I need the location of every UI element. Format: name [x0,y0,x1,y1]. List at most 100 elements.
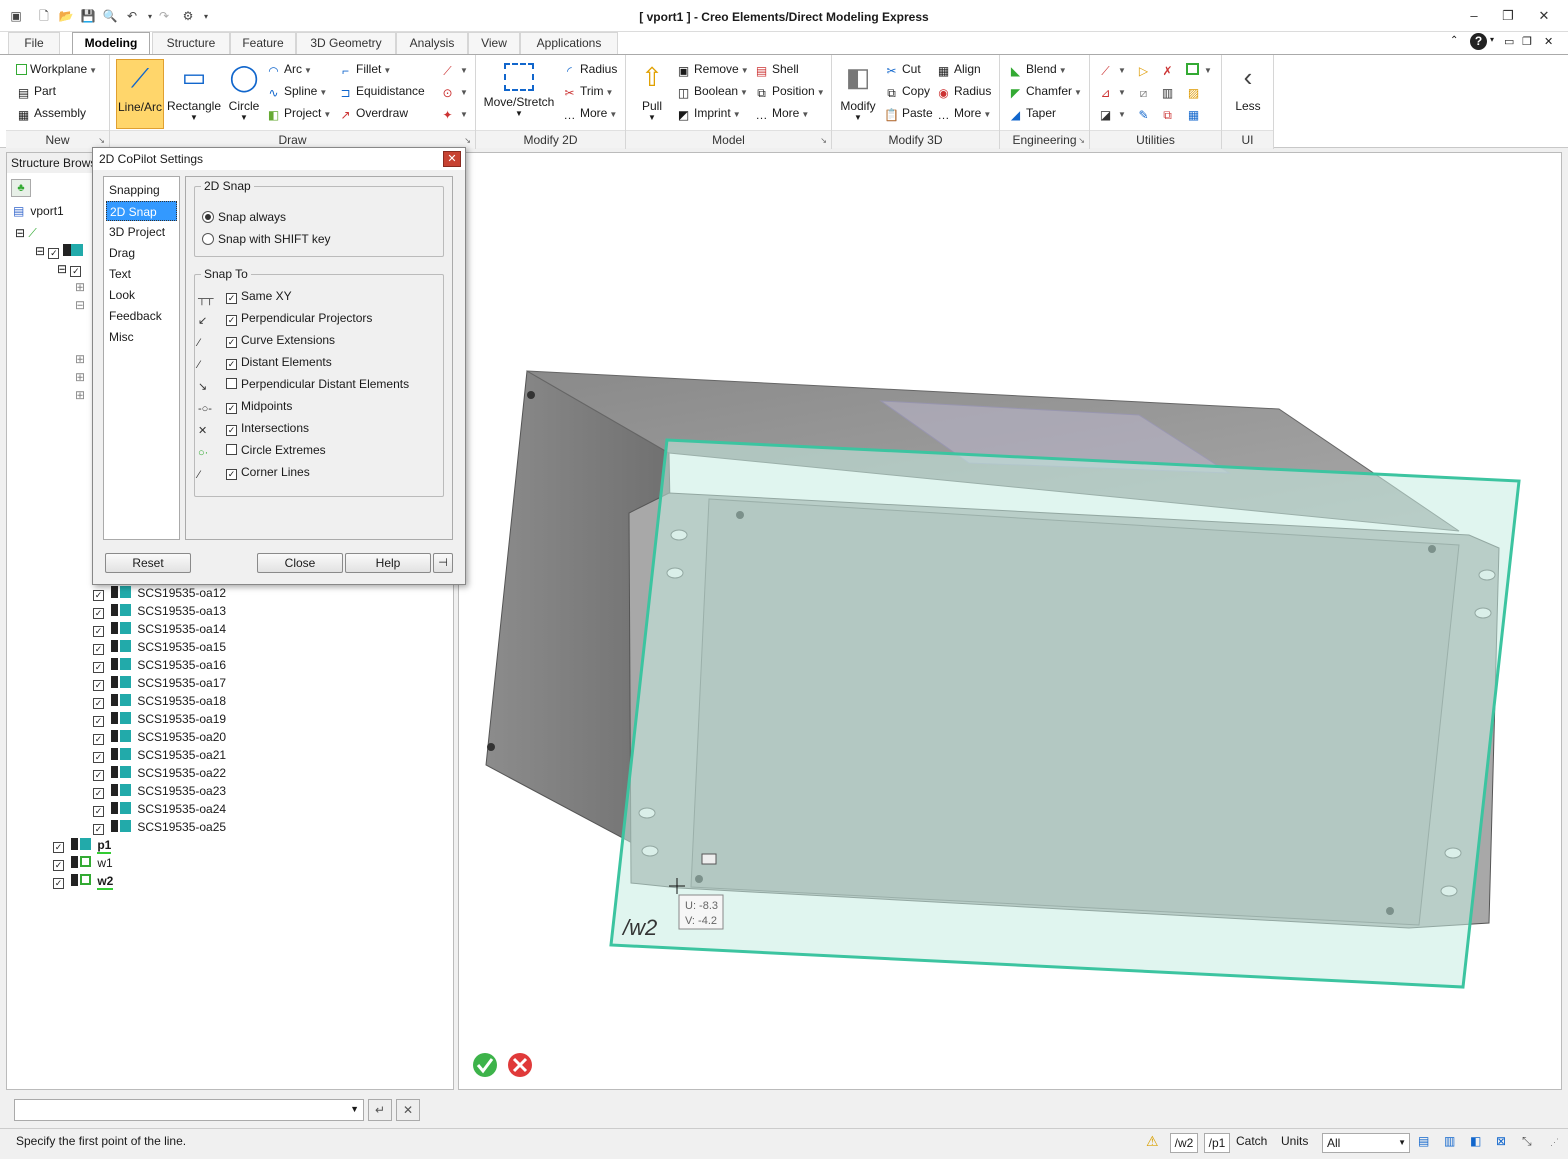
help-dropdown-icon[interactable]: ▾ [1490,35,1494,44]
workplane-w2[interactable] [609,438,1521,989]
warning-icon[interactable]: ⚠ [1146,1133,1159,1150]
nav-item-feedback[interactable]: Feedback [106,306,177,326]
command-input[interactable]: ▼ [14,1099,364,1121]
tree-item[interactable]: ✓ SCS19535-oa21 [93,747,226,763]
rectangle-button[interactable]: ▭ Rectangle ▼ [166,59,222,129]
3d-viewport[interactable]: /w2 U: -8.3 V: -4.2 [458,152,1562,1090]
pin-button[interactable]: ⊣ [433,553,453,573]
snap-to-option[interactable]: ⁄ ✓ Curve Extensions [198,332,335,350]
restore-doc-icon[interactable]: ❐ [1522,35,1532,48]
visibility-checkbox[interactable]: ✓ [93,590,104,601]
tree-item[interactable]: ✓ SCS19535-oa17 [93,675,226,691]
move-stretch-button[interactable]: Move/Stretch ▼ [480,59,558,129]
nav-item-misc[interactable]: Misc [106,327,177,347]
snap-to-option[interactable]: ┬┬ ✓ Same XY [198,288,292,306]
visibility-checkbox[interactable]: ✓ [93,662,104,673]
tree-expander[interactable]: ⊟ ⟋ [15,225,37,241]
tree-item[interactable]: ✓ SCS19535-oa12 [93,585,226,601]
tree-expander[interactable]: ⊟ ✓ [35,243,83,259]
snap-to-option[interactable]: ⁄ ✓ Distant Elements [198,354,332,372]
snap-to-option[interactable]: -○- ✓ Midpoints [198,398,292,416]
less-button[interactable]: ‹ Less [1226,59,1270,129]
position-button[interactable]: ⧉ Position ▼ [754,83,824,101]
part-indicator[interactable]: /p1 [1204,1133,1230,1153]
assembly-button[interactable]: ▦ Assembly [16,105,86,122]
snap-to-option[interactable]: ⁄ ✓ Corner Lines [198,464,310,482]
tree-expander[interactable]: ⊟ [75,297,85,313]
layout-icon[interactable]: ▥ [1444,1134,1455,1148]
nav-item-drag[interactable]: Drag [106,243,177,263]
dialog-close-button[interactable]: ✕ [443,151,461,167]
tree-item[interactable]: ✓ SCS19535-oa24 [93,801,226,817]
close-window-button[interactable]: ✕ [1530,7,1558,25]
close-button[interactable]: Close [257,553,343,573]
construction-line-button[interactable]: ⟋ ▼ [440,61,468,79]
selection-filter[interactable]: All ▼ [1322,1133,1410,1153]
tree-item[interactable]: ✓ SCS19535-oa14 [93,621,226,637]
visibility-checkbox[interactable]: ✓ [93,824,104,835]
dimension-button[interactable]: ⊿ ▼ [1098,83,1125,101]
visibility-checkbox[interactable]: ✓ [93,644,104,655]
equidistance-button[interactable]: ⊐ Equidistance [338,83,424,100]
modify-button[interactable]: ◧ Modify ▼ [836,59,880,129]
tree-item-w1[interactable]: ✓ w1 [53,855,113,871]
visibility-checkbox[interactable]: ✓ [93,716,104,727]
spline-button[interactable]: ∿ Spline ▼ [266,83,327,101]
tree-view-icon[interactable]: ♣ [11,179,31,197]
tab-structure[interactable]: Structure [152,32,230,54]
select-box-button[interactable]: ▼ [1186,61,1212,79]
nav-item-text[interactable]: Text [106,264,177,284]
tree-item[interactable]: ✓ SCS19535-oa16 [93,657,226,673]
tree-item[interactable]: ✓ SCS19535-oa19 [93,711,226,727]
model-view[interactable]: /w2 U: -8.3 V: -4.2 [459,153,1563,1091]
visibility-checkbox[interactable]: ✓ [93,806,104,817]
chevron-down-icon[interactable]: ▼ [350,1104,359,1114]
blend-button[interactable]: ◣ Blend ▼ [1008,61,1067,79]
section-button[interactable]: ◪ ▼ [1098,105,1126,123]
resize-grip-icon[interactable]: ⋰ [1550,1137,1559,1148]
tree-item[interactable]: ✓ SCS19535-oa22 [93,765,226,781]
snap-to-option[interactable]: ✕ ✓ Intersections [198,420,309,438]
boolean-button[interactable]: ◫ Boolean ▼ [676,83,748,101]
tree-expander[interactable]: ⊟ ✓ [57,261,82,277]
nav-item-look[interactable]: Look [106,285,177,305]
circle-button[interactable]: ◯ Circle ▼ [224,59,264,129]
snap-mode-option[interactable]: Snap always [202,209,286,225]
more-3d-button[interactable]: … More ▼ [936,105,992,123]
visibility-checkbox[interactable]: ✓ [53,878,64,889]
table-button[interactable]: ▦ [1186,105,1204,122]
cut-button[interactable]: ✂ Cut [884,61,920,78]
taper-button[interactable]: ◢ Taper [1008,105,1056,122]
ok-button[interactable] [473,1053,497,1077]
checkbox[interactable]: ✓ [226,469,237,480]
imprint-button[interactable]: ◩ Imprint ▼ [676,105,741,123]
checkbox[interactable]: ✓ [226,359,237,370]
cancel-button[interactable] [508,1053,532,1077]
checkbox[interactable]: ✓ [226,315,237,326]
workplane-indicator[interactable]: /w2 [1170,1133,1198,1153]
radio-button[interactable] [202,211,214,223]
colors-button[interactable]: ▨ [1186,83,1204,100]
nav-item-2d-snap[interactable]: 2D Snap [106,201,177,221]
minimize-doc-icon[interactable]: ▭ [1504,35,1514,48]
tree-item[interactable]: ✓ SCS19535-oa18 [93,693,226,709]
check-button[interactable]: ✗ [1160,61,1178,78]
construction-circle-button[interactable]: ⊙ ▼ [440,83,467,101]
units-button[interactable]: Units [1281,1134,1308,1148]
project-button[interactable]: ◧ Project ▼ [266,105,331,123]
collapse-ribbon-icon[interactable]: ⌃ [1450,35,1458,46]
radius-2d-button[interactable]: ◜ Radius [562,61,617,78]
enter-button[interactable]: ↵ [368,1099,392,1121]
properties-button[interactable]: ▥ [1160,83,1178,100]
visibility-checkbox[interactable]: ✓ [53,842,64,853]
dialog-launcher-icon[interactable]: ↘ [1078,136,1085,145]
tree-expander[interactable]: ⊞ [75,279,85,295]
tab-3d-geometry[interactable]: 3D Geometry [296,32,396,54]
fit-icon[interactable]: ⊠ [1496,1134,1506,1148]
help-button[interactable]: Help [345,553,431,573]
visibility-checkbox[interactable]: ✓ [93,626,104,637]
catch-button[interactable]: Catch [1236,1134,1267,1148]
tree-item-w2[interactable]: ✓ w2 [53,873,114,890]
visibility-checkbox[interactable]: ✓ [93,680,104,691]
visibility-checkbox[interactable]: ✓ [93,698,104,709]
